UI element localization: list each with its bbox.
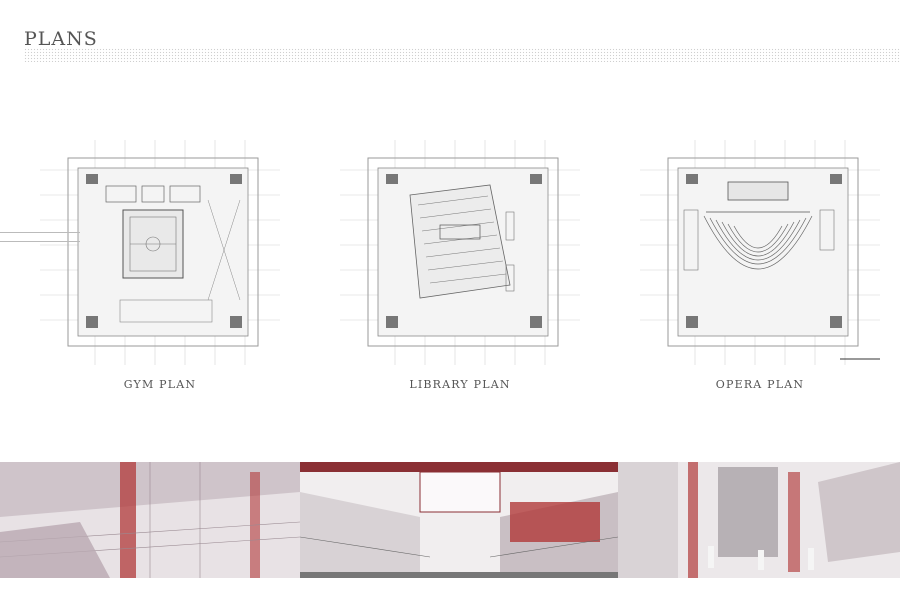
page-title: PLANS bbox=[24, 28, 98, 50]
title-dotted-rule bbox=[24, 48, 900, 62]
library-plan-label: LIBRARY PLAN bbox=[409, 378, 511, 391]
interior-render-right bbox=[618, 462, 900, 578]
gym-plan-drawing bbox=[40, 140, 280, 365]
gym-plan-svg bbox=[40, 140, 280, 365]
interior-render-icon bbox=[300, 462, 618, 578]
library-plan-drawing bbox=[340, 140, 580, 365]
opera-plan-label: OPERA PLAN bbox=[715, 378, 805, 391]
library-plan-svg bbox=[340, 140, 580, 365]
opera-plan-svg bbox=[640, 140, 880, 365]
opera-plan-drawing bbox=[640, 140, 880, 365]
gym-entry-bridge bbox=[0, 232, 80, 242]
interior-render-icon bbox=[0, 462, 300, 578]
interior-render-left bbox=[0, 462, 300, 578]
interior-render-center bbox=[300, 462, 618, 578]
gym-plan-label: GYM PLAN bbox=[123, 378, 197, 391]
interior-render-icon bbox=[618, 462, 900, 578]
